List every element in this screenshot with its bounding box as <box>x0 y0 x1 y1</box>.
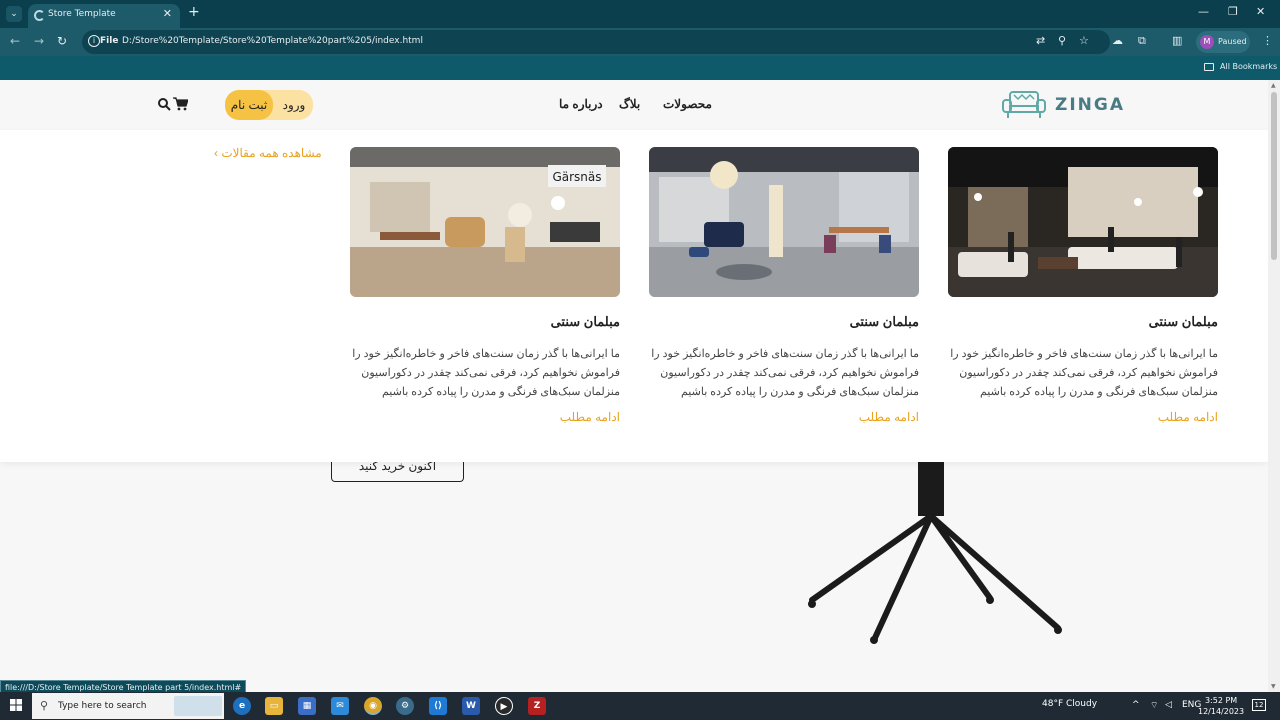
article-excerpt: ما ایرانی‌ها با گذر زمان سنت‌های فاخر و … <box>950 348 1218 398</box>
address-bar[interactable]: i File D:/Store%20Template/Store%20Templ… <box>82 30 1110 54</box>
network-icon[interactable]: ⌔ <box>1150 700 1158 711</box>
page-scrollbar[interactable]: ▲ ▼ <box>1268 80 1280 692</box>
scroll-down-icon[interactable]: ▼ <box>1271 683 1276 690</box>
edge-icon[interactable]: e <box>233 697 251 715</box>
read-more-link[interactable]: ادامه مطلب <box>859 410 919 424</box>
clock-time: 3:52 PM <box>1204 696 1238 705</box>
nav-products[interactable]: محصولات <box>663 97 712 111</box>
site-info-icon[interactable]: i <box>88 35 100 47</box>
garsnas-sign-text: Gärsnäs <box>552 170 601 184</box>
media-player-icon[interactable]: ▶ <box>495 697 513 715</box>
article-excerpt: ما ایرانی‌ها با گذر زمان سنت‌های فاخر و … <box>651 348 919 398</box>
tab-title: Store Template <box>48 9 116 19</box>
minimize-icon[interactable]: — <box>1198 5 1209 18</box>
translate-icon[interactable]: ⇄ <box>1036 34 1045 47</box>
filezilla-icon[interactable]: Z <box>528 697 546 715</box>
sofa-logo-icon[interactable] <box>1000 88 1048 120</box>
profile-status: Paused <box>1218 37 1247 46</box>
taskbar-search[interactable]: ⚲ Type here to search <box>32 693 224 719</box>
browser-tab-bar: ⌄ Store Template ✕ + — ❐ ✕ <box>0 0 1280 28</box>
browser-tab[interactable]: Store Template ✕ <box>28 4 180 28</box>
article-title[interactable]: مبلمان سنتی <box>551 314 620 330</box>
bookmark-star-icon[interactable]: ☆ <box>1079 34 1089 47</box>
view-all-articles-label: مشاهده همه مقالات <box>221 146 322 160</box>
article-image[interactable] <box>649 147 919 297</box>
read-more-link[interactable]: ادامه مطلب <box>560 410 620 424</box>
microsoft-store-icon[interactable]: ▦ <box>298 697 316 715</box>
clock-date: 12/14/2023 <box>1198 707 1245 716</box>
reload-icon[interactable]: ↻ <box>57 34 67 48</box>
view-all-articles-link[interactable]: ‹ مشاهده همه مقالات <box>214 146 322 160</box>
tab-search-chevron-icon[interactable]: ⌄ <box>6 6 22 22</box>
file-explorer-icon[interactable]: ▭ <box>265 697 283 715</box>
avatar: M <box>1200 35 1214 49</box>
cloud-extension-icon[interactable]: ☁ <box>1112 34 1123 47</box>
notification-center-icon[interactable]: 12 <box>1252 699 1266 711</box>
weather-widget[interactable]: 48°F Cloudy <box>1042 699 1097 709</box>
article-title[interactable]: مبلمان سنتی <box>850 314 919 330</box>
chrome-icon[interactable]: ◉ <box>364 697 382 715</box>
restore-icon[interactable]: ❐ <box>1228 5 1238 18</box>
word-icon[interactable]: W <box>462 697 480 715</box>
forward-arrow-icon[interactable]: → <box>34 34 44 48</box>
all-bookmarks-button[interactable]: All Bookmarks <box>1220 62 1277 71</box>
tab-close-icon[interactable]: ✕ <box>163 7 172 20</box>
article-image[interactable]: Gärsnäs <box>350 147 620 297</box>
scroll-up-icon[interactable]: ▲ <box>1271 82 1276 89</box>
url-text[interactable]: D:/Store%20Template/Store%20Template%20p… <box>122 36 423 46</box>
profile-button[interactable]: M Paused <box>1196 31 1250 53</box>
article-image[interactable] <box>948 147 1218 297</box>
url-scheme-label: File <box>100 36 119 46</box>
nav-about[interactable]: درباره ما <box>559 97 603 111</box>
scroll-thumb[interactable] <box>1271 92 1277 260</box>
logo-text[interactable]: ZINGA <box>1055 95 1125 115</box>
side-panel-icon[interactable]: ▥ <box>1172 34 1182 47</box>
chair-product-image <box>808 460 1062 644</box>
settings-gear-icon[interactable]: ⚙ <box>396 697 414 715</box>
windows-start-icon[interactable] <box>10 699 22 711</box>
taskbar-search-placeholder: Type here to search <box>58 701 147 711</box>
loading-spinner-icon <box>34 10 45 21</box>
blog-dropdown: ‹ مشاهده همه مقالات مبلمان سنتی ما ایران… <box>0 130 1268 462</box>
vscode-icon[interactable]: ⟨⟩ <box>429 697 447 715</box>
auth-buttons: ثبت نام ورود <box>225 90 313 120</box>
login-button[interactable]: ورود <box>277 90 311 120</box>
read-more-link[interactable]: ادامه مطلب <box>1158 410 1218 424</box>
kebab-menu-icon[interactable]: ⋮ <box>1262 34 1273 47</box>
volume-icon[interactable]: ◁ <box>1165 700 1172 710</box>
search-icon[interactable] <box>158 98 171 111</box>
cart-icon[interactable] <box>173 97 188 111</box>
back-arrow-icon[interactable]: ← <box>10 34 20 48</box>
mail-icon[interactable]: ✉ <box>331 697 349 715</box>
new-tab-plus-icon[interactable]: + <box>188 4 200 20</box>
search-icon: ⚲ <box>40 699 49 712</box>
search-highlight-image <box>174 696 222 716</box>
tray-chevron-icon[interactable]: ^ <box>1132 700 1140 710</box>
browser-toolbar: ← → ↻ i File D:/Store%20Template/Store%2… <box>0 28 1280 56</box>
article-excerpt: ما ایرانی‌ها با گذر زمان سنت‌های فاخر و … <box>352 348 620 398</box>
close-window-icon[interactable]: ✕ <box>1256 5 1265 18</box>
signup-button[interactable]: ثبت نام <box>225 90 273 120</box>
windows-taskbar: ⚲ Type here to search e ▭ ▦ ✉ ◉ ⚙ ⟨⟩ W ▶… <box>0 692 1280 720</box>
article-title[interactable]: مبلمان سنتی <box>1149 314 1218 330</box>
nav-blog[interactable]: بلاگ <box>619 97 640 111</box>
clock[interactable]: 3:52 PM 12/14/2023 <box>1198 695 1244 717</box>
extensions-puzzle-icon[interactable]: ⧉ <box>1138 34 1146 48</box>
bookmarks-bar: All Bookmarks <box>0 56 1280 80</box>
web-page: ZINGA محصولات بلاگ درباره ما ثبت نام ورو… <box>0 80 1280 692</box>
folder-icon <box>1204 63 1214 71</box>
zoom-icon[interactable]: ⚲ <box>1058 34 1066 47</box>
